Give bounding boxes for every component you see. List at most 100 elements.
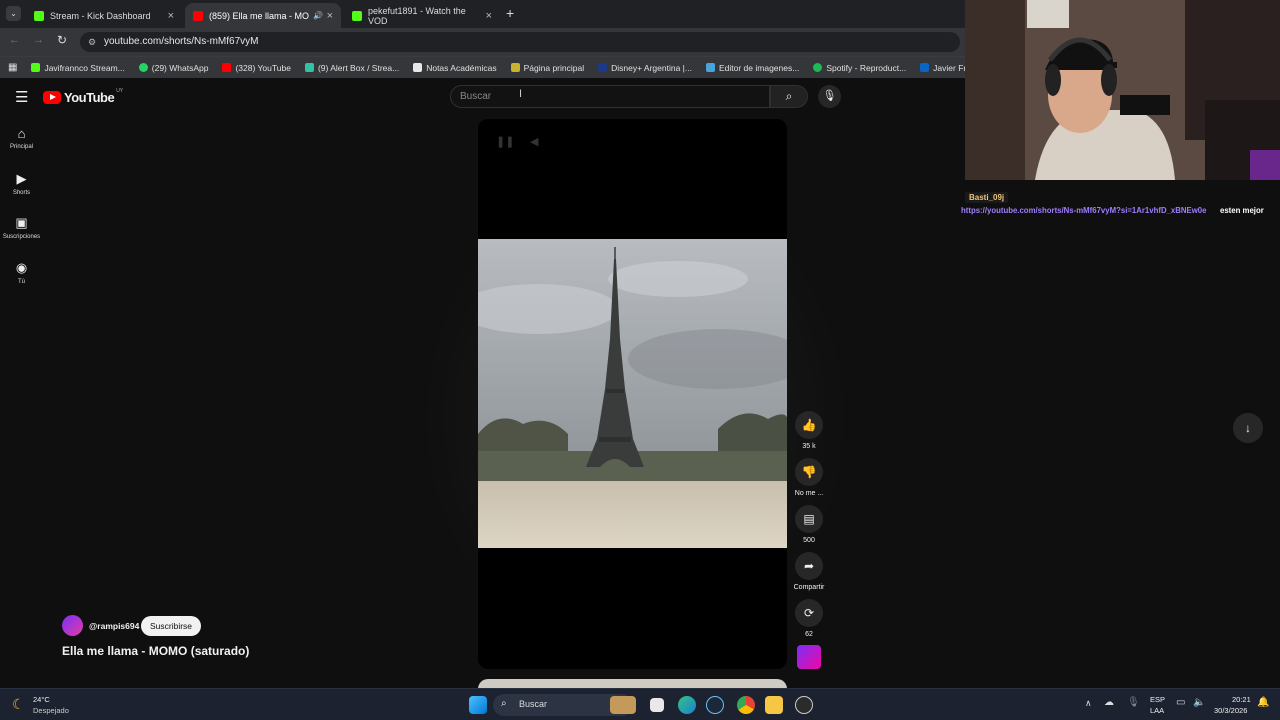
address-bar[interactable]: ⚙ youtube.com/shorts/Ns-mMf67vyM [80,32,960,52]
steam-icon[interactable] [706,696,724,714]
youtube-page: ☰ YouTube UY ⌂ Principal ▶ Shorts ▣ Susc… [0,78,965,691]
whatsapp-icon [138,63,148,72]
chat-username: Basti_09j [965,192,1009,203]
share-label: Compartir [793,584,825,591]
channel-avatar-small[interactable] [797,645,821,669]
weather-temperature[interactable]: 24°C [33,695,50,704]
search-button[interactable]: ⌕ [770,85,808,108]
dislike-button[interactable]: 👎 No me ... [790,458,828,497]
browser-tab-bar: ⌄ Stream - Kick Dashboard × (859) Ella m… [0,0,965,28]
reload-icon[interactable]: ↻ [57,33,67,47]
cloud-icon[interactable]: ☁ [1104,697,1114,708]
sidebar-item-label: Principal [9,144,33,150]
clock-time[interactable]: 20:21 [1232,695,1251,704]
chrome-icon[interactable] [737,696,755,714]
share-button[interactable]: ➦ Compartir [790,552,828,591]
search-icon: ⌕ [785,89,793,103]
volume-icon[interactable]: 🔈 [1193,697,1205,708]
file-explorer-icon[interactable] [765,696,783,714]
language-code[interactable]: ESP [1150,695,1165,704]
streamlabs-icon [304,63,314,72]
youtube-logo[interactable]: YouTube UY [43,87,124,105]
notification-bell-icon[interactable]: 🔔 [1257,697,1269,708]
search-input[interactable]: Buscar [450,85,770,108]
webcam-overlay [965,0,1280,180]
sidebar-item-label: Tú [17,279,25,285]
bookmark-item[interactable]: Página principal [510,63,584,73]
sidebar-item-you[interactable]: ◉ Tú [0,260,43,285]
like-button[interactable]: 👍 35 k [795,411,823,450]
close-icon[interactable]: × [486,10,492,22]
youtube-wordmark: YouTube [64,90,115,105]
dislike-label: No me ... [794,490,824,497]
taskbar-search-label: Buscar [519,699,548,709]
subscribe-button[interactable]: Suscribirse [141,616,202,636]
bookmark-item[interactable]: Notas Académicas [413,63,497,73]
tab-youtube-short[interactable]: (859) Ella me llama - MOM 🔊 × [185,3,341,28]
new-tab-button[interactable]: + [506,5,514,21]
channel-name[interactable]: @rampis694 [89,621,139,631]
menu-icon[interactable]: ☰ [15,88,28,106]
channel-avatar[interactable] [62,615,83,636]
bookmark-item[interactable]: (9) Alert Box / Strea... [304,63,399,73]
obs-icon[interactable] [795,696,813,714]
video-frame [478,239,787,548]
language-layout: LAA [1150,706,1165,715]
sidebar-item-shorts[interactable]: ▶ Shorts [0,171,43,196]
shorts-player[interactable]: ❚❚ ◀ [478,119,787,669]
tab-label: pekefut1891 - Watch the VOD [368,5,466,26]
voice-search-button[interactable]: 🎙 [818,85,841,108]
bookmark-item[interactable]: Javifrannco Stream... [31,63,125,73]
sidebar-item-label: Suscripciones [2,234,41,240]
comments-button[interactable]: ▤ 500 [795,505,823,544]
like-count: 35 k [802,443,816,450]
chevron-up-icon[interactable]: ∧ [1085,698,1092,709]
youtube-play-icon [43,91,61,104]
pause-icon[interactable]: ❚❚ [496,135,514,148]
sidebar-item-label: Shorts [12,190,31,196]
tab-label: Stream - Kick Dashboard [50,10,151,21]
close-icon[interactable]: × [327,10,333,22]
news-widget-icon[interactable] [610,696,636,714]
remix-count: 62 [805,631,813,638]
tab-watch-vod[interactable]: pekefut1891 - Watch the VOD × [344,3,500,28]
kick-icon [31,63,41,72]
task-view-icon[interactable] [650,698,664,712]
search-icon: ⌕ [501,698,507,709]
site-info-icon[interactable]: ⚙ [88,32,96,52]
thumbs-up-icon: 👍 [795,411,823,439]
scroll-down-button[interactable]: ↓ [1233,413,1263,443]
windows-start-icon[interactable] [469,696,487,714]
kick-icon [352,10,362,21]
forward-icon[interactable]: → [33,34,44,46]
network-icon[interactable]: ▭ [1176,697,1185,708]
bookmarks-bar: ▦ Javifrannco Stream... (29) WhatsApp (3… [0,56,1007,78]
sidebar-item-subscriptions[interactable]: ▣ Suscripciones [0,215,43,240]
bookmark-item[interactable]: Spotify - Reproduct... [813,63,906,73]
apps-icon[interactable]: ▦ [8,62,17,73]
region-code: UY [116,87,124,94]
youtube-icon [193,10,203,21]
subscriptions-icon: ▣ [15,215,28,230]
remix-button[interactable]: ⟳ 62 [795,599,823,638]
bookmark-item[interactable]: (29) WhatsApp [138,63,208,73]
speaker-icon[interactable]: 🔊 [313,11,323,20]
volume-icon[interactable]: ◀ [530,135,538,148]
bookmark-item[interactable]: Editor de imagenes... [705,63,799,73]
eiffel-tower-image [478,239,787,548]
bookmark-item[interactable]: (328) YouTube [222,63,291,73]
windows-taskbar: ☾ 24°C Despejado ⌕ Buscar ∧ ☁ 🎙 ESP LAA … [0,688,1280,720]
share-icon: ➦ [795,552,823,580]
text-cursor-icon: I [519,88,523,100]
back-icon[interactable]: ← [9,34,20,46]
tab-label: (859) Ella me llama - MOM [209,10,309,21]
tab-kick-dashboard[interactable]: Stream - Kick Dashboard × [26,3,182,28]
bookmark-item[interactable]: Disney+ Argentina |... [598,63,692,73]
sidebar-item-home[interactable]: ⌂ Principal [0,126,43,150]
browser-toolbar: ← → ↻ ⚙ youtube.com/shorts/Ns-mMf67vyM [0,28,965,56]
edge-icon[interactable] [678,696,696,714]
close-icon[interactable]: × [168,10,174,22]
tab-search-chevron-icon[interactable]: ⌄ [6,6,21,21]
kick-icon [34,10,44,21]
mic-icon[interactable]: 🎙 [1127,697,1140,708]
